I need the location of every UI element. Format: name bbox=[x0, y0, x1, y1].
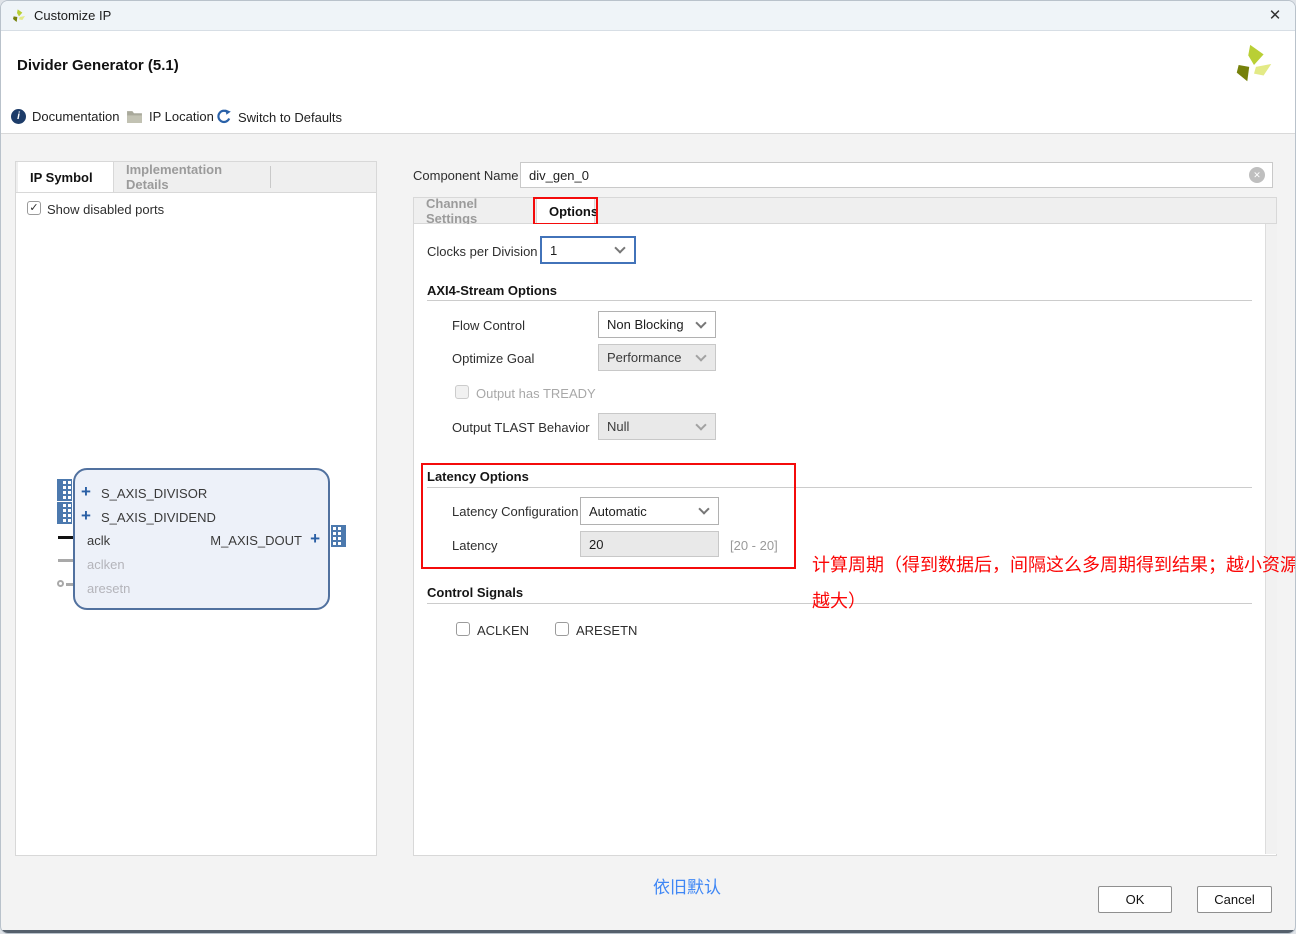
latency-configuration-select[interactable]: Automatic bbox=[580, 497, 719, 525]
tab-ip-symbol[interactable]: IP Symbol bbox=[18, 162, 114, 192]
switch-to-defaults-label: Switch to Defaults bbox=[238, 110, 342, 125]
aclk-pin-stub bbox=[58, 536, 73, 539]
chevron-down-icon bbox=[695, 419, 706, 430]
axi4-section-title: AXI4-Stream Options bbox=[427, 283, 557, 298]
output-has-tready-label: Output has TREADY bbox=[476, 386, 596, 401]
output-tlast-select: Null bbox=[598, 413, 716, 440]
component-name-label: Component Name bbox=[413, 168, 519, 183]
tab-options-label: Options bbox=[549, 204, 598, 219]
annotation-text-line2: 越大） bbox=[812, 587, 866, 613]
cancel-button-label: Cancel bbox=[1214, 892, 1254, 907]
latency-range-hint: [20 - 20] bbox=[730, 538, 778, 553]
port-s-axis-divisor: S_AXIS_DIVISOR bbox=[101, 486, 207, 501]
left-tab-bar: IP Symbol Implementation Details bbox=[16, 162, 376, 193]
tab-implementation-details[interactable]: Implementation Details bbox=[114, 162, 268, 192]
output-tlast-label: Output TLAST Behavior bbox=[452, 420, 590, 435]
window-title: Customize IP bbox=[34, 8, 111, 23]
port-s-axis-dividend: S_AXIS_DIVIDEND bbox=[101, 510, 216, 525]
aclken-label: ACLKEN bbox=[477, 623, 529, 638]
output-tlast-value: Null bbox=[607, 419, 629, 434]
port-m-axis-dout: M_AXIS_DOUT bbox=[210, 533, 302, 548]
port-aresetn: aresetn bbox=[87, 581, 130, 596]
expand-icon-dout[interactable]: + bbox=[310, 532, 320, 546]
documentation-button[interactable]: i Documentation bbox=[11, 109, 119, 124]
tab-separator-2 bbox=[533, 200, 534, 222]
latency-input: 20 bbox=[580, 531, 719, 557]
optimize-goal-select: Performance bbox=[598, 344, 716, 371]
info-icon: i bbox=[11, 109, 26, 124]
optimize-goal-label: Optimize Goal bbox=[452, 351, 534, 366]
customize-ip-dialog: Customize IP ✕ Divider Generator (5.1) i… bbox=[0, 0, 1296, 934]
tab-implementation-details-label: Implementation Details bbox=[126, 162, 256, 192]
refresh-icon bbox=[216, 109, 232, 125]
folder-icon bbox=[126, 110, 143, 124]
check-icon: ✓ bbox=[29, 201, 38, 214]
latency-configuration-value: Automatic bbox=[589, 504, 647, 519]
window-bottom-edge bbox=[1, 930, 1295, 933]
bus-interface-icon-dividend[interactable] bbox=[57, 502, 72, 524]
ip-location-label: IP Location bbox=[149, 109, 214, 124]
xilinx-icon bbox=[11, 8, 27, 24]
title-bar: Customize IP ✕ bbox=[1, 1, 1295, 31]
port-aclk: aclk bbox=[87, 533, 110, 548]
ok-button[interactable]: OK bbox=[1098, 886, 1172, 913]
close-icon[interactable]: ✕ bbox=[1263, 4, 1287, 28]
ip-symbol-panel: IP Symbol Implementation Details ✓ Show … bbox=[15, 161, 377, 856]
clocks-per-division-select[interactable]: 1 bbox=[540, 236, 636, 264]
switch-to-defaults-button[interactable]: Switch to Defaults bbox=[216, 109, 342, 125]
aclken-pin-stub bbox=[58, 559, 73, 562]
ip-symbol-block: + S_AXIS_DIVISOR + S_AXIS_DIVIDEND aclk … bbox=[73, 468, 330, 610]
control-section-title: Control Signals bbox=[427, 585, 523, 600]
bus-interface-icon-divisor[interactable] bbox=[57, 479, 72, 501]
clocks-per-division-label: Clocks per Division bbox=[427, 244, 538, 259]
tab-channel-settings[interactable]: Channel Settings bbox=[414, 198, 532, 223]
bus-interface-icon-dout[interactable] bbox=[331, 525, 346, 547]
options-tab-content: Clocks per Division 1 AXI4-Stream Option… bbox=[413, 224, 1277, 856]
flow-control-value: Non Blocking bbox=[607, 317, 684, 332]
show-disabled-ports-checkbox[interactable]: ✓ bbox=[27, 201, 41, 215]
right-tab-bar: Channel Settings Options bbox=[413, 197, 1277, 224]
dialog-header: Divider Generator (5.1) i Documentation … bbox=[1, 31, 1295, 134]
optimize-goal-value: Performance bbox=[607, 350, 681, 365]
ok-button-label: OK bbox=[1126, 892, 1145, 907]
scrollbar[interactable] bbox=[1265, 224, 1277, 854]
chevron-down-icon bbox=[695, 350, 706, 361]
show-disabled-ports-label: Show disabled ports bbox=[47, 202, 164, 217]
clear-icon[interactable]: ✕ bbox=[1249, 167, 1265, 183]
cancel-button[interactable]: Cancel bbox=[1197, 886, 1272, 913]
aresetn-checkbox[interactable] bbox=[555, 622, 569, 636]
chevron-down-icon bbox=[698, 503, 709, 514]
port-aclken: aclken bbox=[87, 557, 125, 572]
latency-configuration-label: Latency Configuration bbox=[452, 504, 578, 519]
xilinx-logo bbox=[1231, 41, 1277, 87]
output-has-tready-checkbox bbox=[455, 385, 469, 399]
component-name-input[interactable]: div_gen_0 ✕ bbox=[520, 162, 1273, 188]
annotation-text-line1: 计算周期（得到数据后，间隔这么多周期得到结果；越小资源消耗 bbox=[812, 551, 1296, 577]
page-title: Divider Generator (5.1) bbox=[17, 57, 179, 74]
documentation-label: Documentation bbox=[32, 109, 119, 124]
tab-separator bbox=[270, 166, 271, 188]
tab-channel-settings-label: Channel Settings bbox=[426, 196, 520, 226]
expand-icon-divisor[interactable]: + bbox=[81, 485, 91, 499]
flow-control-select[interactable]: Non Blocking bbox=[598, 311, 716, 338]
aclken-checkbox[interactable] bbox=[456, 622, 470, 636]
latency-label: Latency bbox=[452, 538, 498, 553]
latency-section-title: Latency Options bbox=[427, 469, 529, 484]
aresetn-label: ARESETN bbox=[576, 623, 637, 638]
clocks-per-division-value: 1 bbox=[550, 243, 557, 258]
chevron-down-icon bbox=[614, 242, 625, 253]
aresetn-pin-ring bbox=[57, 580, 64, 587]
footer-note: 依旧默认 bbox=[653, 873, 721, 898]
latency-value: 20 bbox=[589, 537, 603, 552]
flow-control-label: Flow Control bbox=[452, 318, 525, 333]
expand-icon-dividend[interactable]: + bbox=[81, 509, 91, 523]
tab-options[interactable]: Options bbox=[536, 198, 595, 224]
axi4-section-divider bbox=[427, 300, 1252, 301]
tab-ip-symbol-label: IP Symbol bbox=[30, 170, 93, 185]
latency-section-divider bbox=[427, 487, 1252, 488]
chevron-down-icon bbox=[695, 317, 706, 328]
component-name-value: div_gen_0 bbox=[529, 168, 589, 183]
ip-location-button[interactable]: IP Location bbox=[126, 109, 214, 124]
